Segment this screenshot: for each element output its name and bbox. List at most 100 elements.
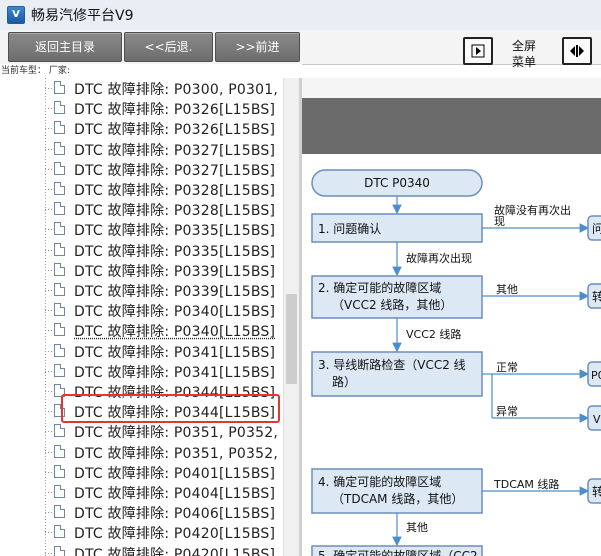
flow-step-2-line2: （VCC2 线路，其他） <box>332 297 452 312</box>
tree-connector <box>45 512 53 514</box>
tree-item[interactable]: DTC 故障排除: P0344[L15BS] <box>0 401 283 421</box>
tree-item[interactable]: DTC 故障排除: P0341[L15BS] <box>0 361 283 381</box>
flow-step-4-line1: 4. 确定可能的故障区域 <box>318 474 441 489</box>
document-icon <box>54 283 65 296</box>
tree-item-label: DTC 故障排除: P0326[L15BS] <box>74 122 276 139</box>
fullscreen-menu-label[interactable]: 全屏 菜单 <box>504 38 544 70</box>
tree-connector <box>45 88 53 89</box>
document-icon <box>54 202 65 216</box>
document-icon <box>54 81 65 94</box>
document-icon <box>54 505 65 519</box>
tree-item[interactable]: DTC 故障排除: P0351, P0352, <box>0 442 283 462</box>
tree-connector <box>45 471 53 473</box>
tree-scrollbar[interactable] <box>283 78 299 556</box>
tree-item[interactable]: DTC 故障排除: P0344[L15BS] <box>0 381 283 401</box>
document-icon <box>54 323 65 337</box>
flow-out-3a-label: P0 <box>591 369 601 382</box>
document-icon <box>54 141 65 155</box>
flow-step-4-line2: （TDCAM 线路，其他） <box>332 491 463 506</box>
tree-item[interactable]: DTC 故障排除: P0404[L15BS] <box>0 482 283 502</box>
flow-step-5-label: 5. 确定可能的故障区域（CC2 <box>318 548 478 556</box>
tree-connector <box>45 290 53 291</box>
content-pane: DTC P0340 1. 问题确认 故障没有再次出 现 问 故障再次出现 2. … <box>302 78 601 556</box>
tree-item[interactable]: DTC 故障排除: P0327[L15BS] <box>0 159 283 179</box>
tree-item[interactable]: DTC 故障排除: P0339[L15BS] <box>0 280 283 300</box>
forward-button[interactable]: >>前进 <box>215 32 300 62</box>
flow-start-label: DTC P0340 <box>364 176 430 190</box>
tree-connector <box>45 330 53 332</box>
tree-item-label: DTC 故障排除: P0339[L15BS] <box>74 263 276 280</box>
document-icon <box>54 424 65 438</box>
vehicle-info-bar: 当前车型： 厂家: <box>0 64 302 78</box>
document-icon <box>54 222 65 236</box>
flow-edge-3-abnormal: 异常 <box>496 405 518 418</box>
tree-item-label: DTC 故障排除: P0340[L15BS] <box>74 321 276 342</box>
topic-tree: DTC 故障排除: P0300, P0301, DTC 故障排除: P0326[L… <box>0 78 299 556</box>
tree-item[interactable]: DTC 故障排除: P0401[L15BS] <box>0 462 283 482</box>
flow-step-2-line1: 2. 确定可能的故障区域 <box>318 280 441 295</box>
tree-item[interactable]: DTC 故障排除: P0326[L15BS] <box>0 118 283 138</box>
tree-connector <box>45 552 53 554</box>
document-icon <box>54 485 65 498</box>
tree-item[interactable]: DTC 故障排除: P0300, P0301, <box>0 78 283 98</box>
collapse-panel-icon[interactable] <box>463 37 493 65</box>
flow-step-3-line2: 路） <box>332 374 356 389</box>
tree-item[interactable]: DTC 故障排除: P0420[L15BS] <box>0 522 283 542</box>
tree-item[interactable]: DTC 故障排除: P0406[L15BS] <box>0 502 283 522</box>
back-to-main-button[interactable]: 返回主目录 <box>8 32 122 62</box>
document-icon <box>54 242 65 256</box>
flow-edge-2-right: 其他 <box>496 283 518 296</box>
document-icon <box>54 464 65 478</box>
tree-item[interactable]: DTC 故障排除: P0328[L15BS] <box>0 199 283 219</box>
app-icon: V <box>7 6 25 24</box>
tree-item-label: DTC 故障排除: P0351, P0352, <box>74 425 278 442</box>
tree-item-label: DTC 故障排除: P0300, P0301, <box>74 82 278 98</box>
tree-item-label: DTC 故障排除: P0327[L15BS] <box>74 142 276 159</box>
tree-connector <box>45 431 53 433</box>
document-icon <box>54 525 65 539</box>
tree-connector <box>45 492 53 493</box>
document-icon <box>54 404 65 418</box>
document-icon <box>54 343 65 357</box>
fullscreen-label-line1: 全屏 <box>511 39 536 53</box>
tree-item[interactable]: DTC 故障排除: P0340[L15BS] <box>0 300 283 320</box>
tree-item-selected[interactable]: DTC 故障排除: P0340[L15BS] <box>0 320 283 342</box>
document-icon <box>54 444 65 458</box>
tree-item-label: DTC 故障排除: P0404[L15BS] <box>74 486 276 502</box>
tree-item[interactable]: DTC 故障排除: P0339[L15BS] <box>0 260 283 280</box>
flow-out-4-label: 转 <box>592 484 601 499</box>
tree-connector <box>45 370 53 372</box>
flow-out-1-label: 问 <box>592 222 601 236</box>
back-button[interactable]: <<后退. <box>124 32 213 62</box>
tree-item[interactable]: DTC 故障排除: P0326[L15BS] <box>0 98 283 118</box>
fullscreen-label-line2: 菜单 <box>511 55 536 69</box>
tree-item[interactable]: DTC 故障排除: P0327[L15BS] <box>0 139 283 159</box>
flow-edge-1-down: 故障再次出现 <box>406 251 472 265</box>
tree-item[interactable]: DTC 故障排除: P0351, P0352, <box>0 421 283 441</box>
title-bar: V 畅易汽修平台V9 <box>0 0 601 31</box>
document-icon <box>54 363 65 377</box>
tree-item[interactable]: DTC 故障排除: P0420[L15BS] <box>0 543 283 556</box>
tree-connector <box>45 168 53 170</box>
tree-connector <box>45 411 53 413</box>
tree-item[interactable]: DTC 故障排除: P0341[L15BS] <box>0 341 283 361</box>
tree-scrollbar-thumb[interactable] <box>286 294 297 384</box>
flow-edge-1-right-line1: 故障没有再次出 <box>494 203 571 217</box>
tree-connector <box>45 310 53 312</box>
tree-item-label: DTC 故障排除: P0341[L15BS] <box>74 364 276 381</box>
tree-item[interactable]: DTC 故障排除: P0335[L15BS] <box>0 240 283 260</box>
tree-item-label: DTC 故障排除: P0420[L15BS] <box>74 546 276 556</box>
flow-out-3b-label: V <box>593 413 601 426</box>
tree-connector <box>45 148 53 150</box>
tree-item-label: DTC 故障排除: P0341[L15BS] <box>74 344 276 361</box>
flow-edge-4-right: TDCAM 线路 <box>493 477 559 491</box>
tree-connector <box>45 189 53 190</box>
tree-connector <box>45 350 53 352</box>
tree-connector <box>45 249 53 251</box>
tree-item[interactable]: DTC 故障排除: P0335[L15BS] <box>0 219 283 239</box>
tree-connector <box>45 269 53 271</box>
flow-edge-2-down: VCC2 线路 <box>406 327 461 341</box>
tree-item[interactable]: DTC 故障排除: P0328[L15BS] <box>0 179 283 199</box>
expand-panel-icon[interactable] <box>562 37 592 65</box>
document-icon <box>54 182 65 195</box>
